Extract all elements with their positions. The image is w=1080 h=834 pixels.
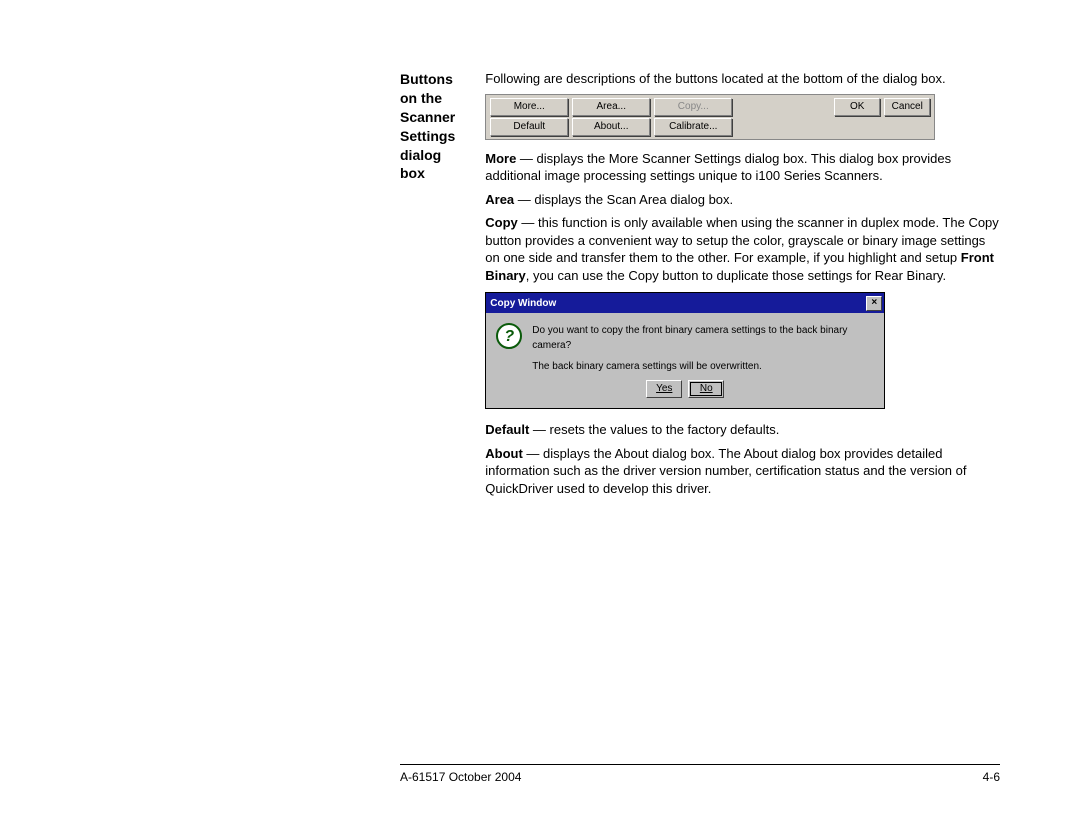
intro-text: Following are descriptions of the button… — [485, 70, 1000, 88]
no-button[interactable]: No — [688, 380, 724, 398]
calibrate-button[interactable]: Calibrate... — [654, 118, 732, 136]
about-def: About — displays the About dialog box. T… — [485, 445, 1000, 498]
footer-right: 4-6 — [983, 770, 1000, 784]
copy-def: Copy — this function is only available w… — [485, 214, 1000, 284]
default-def: Default — resets the values to the facto… — [485, 421, 1000, 439]
question-icon: ? — [496, 323, 522, 349]
close-icon[interactable]: × — [866, 296, 882, 311]
more-term: More — [485, 151, 516, 166]
more-button[interactable]: More... — [490, 98, 568, 116]
ok-button[interactable]: OK — [834, 98, 880, 116]
about-button[interactable]: About... — [572, 118, 650, 136]
default-term: Default — [485, 422, 529, 437]
copy-window-line1: Do you want to copy the front binary cam… — [532, 323, 874, 353]
about-term: About — [485, 446, 523, 461]
area-button[interactable]: Area... — [572, 98, 650, 116]
more-def: More — displays the More Scanner Setting… — [485, 150, 1000, 185]
button-bar-figure: More... Area... Copy... OK Cancel Defaul… — [485, 94, 935, 140]
section-heading: Buttons on the Scanner Settings dialog b… — [400, 70, 455, 183]
area-term: Area — [485, 192, 514, 207]
copy-window-line2: The back binary camera settings will be … — [532, 359, 874, 374]
area-def: Area — displays the Scan Area dialog box… — [485, 191, 1000, 209]
footer-left: A-61517 October 2004 — [400, 770, 521, 784]
footer-rule — [400, 764, 1000, 765]
default-button[interactable]: Default — [490, 118, 568, 136]
copy-window-dialog: Copy Window × ? Do you want to copy the … — [485, 292, 885, 409]
cancel-button[interactable]: Cancel — [884, 98, 930, 116]
copy-term: Copy — [485, 215, 518, 230]
copy-window-title: Copy Window — [490, 297, 556, 311]
yes-button[interactable]: Yes — [646, 380, 682, 398]
copy-button: Copy... — [654, 98, 732, 116]
